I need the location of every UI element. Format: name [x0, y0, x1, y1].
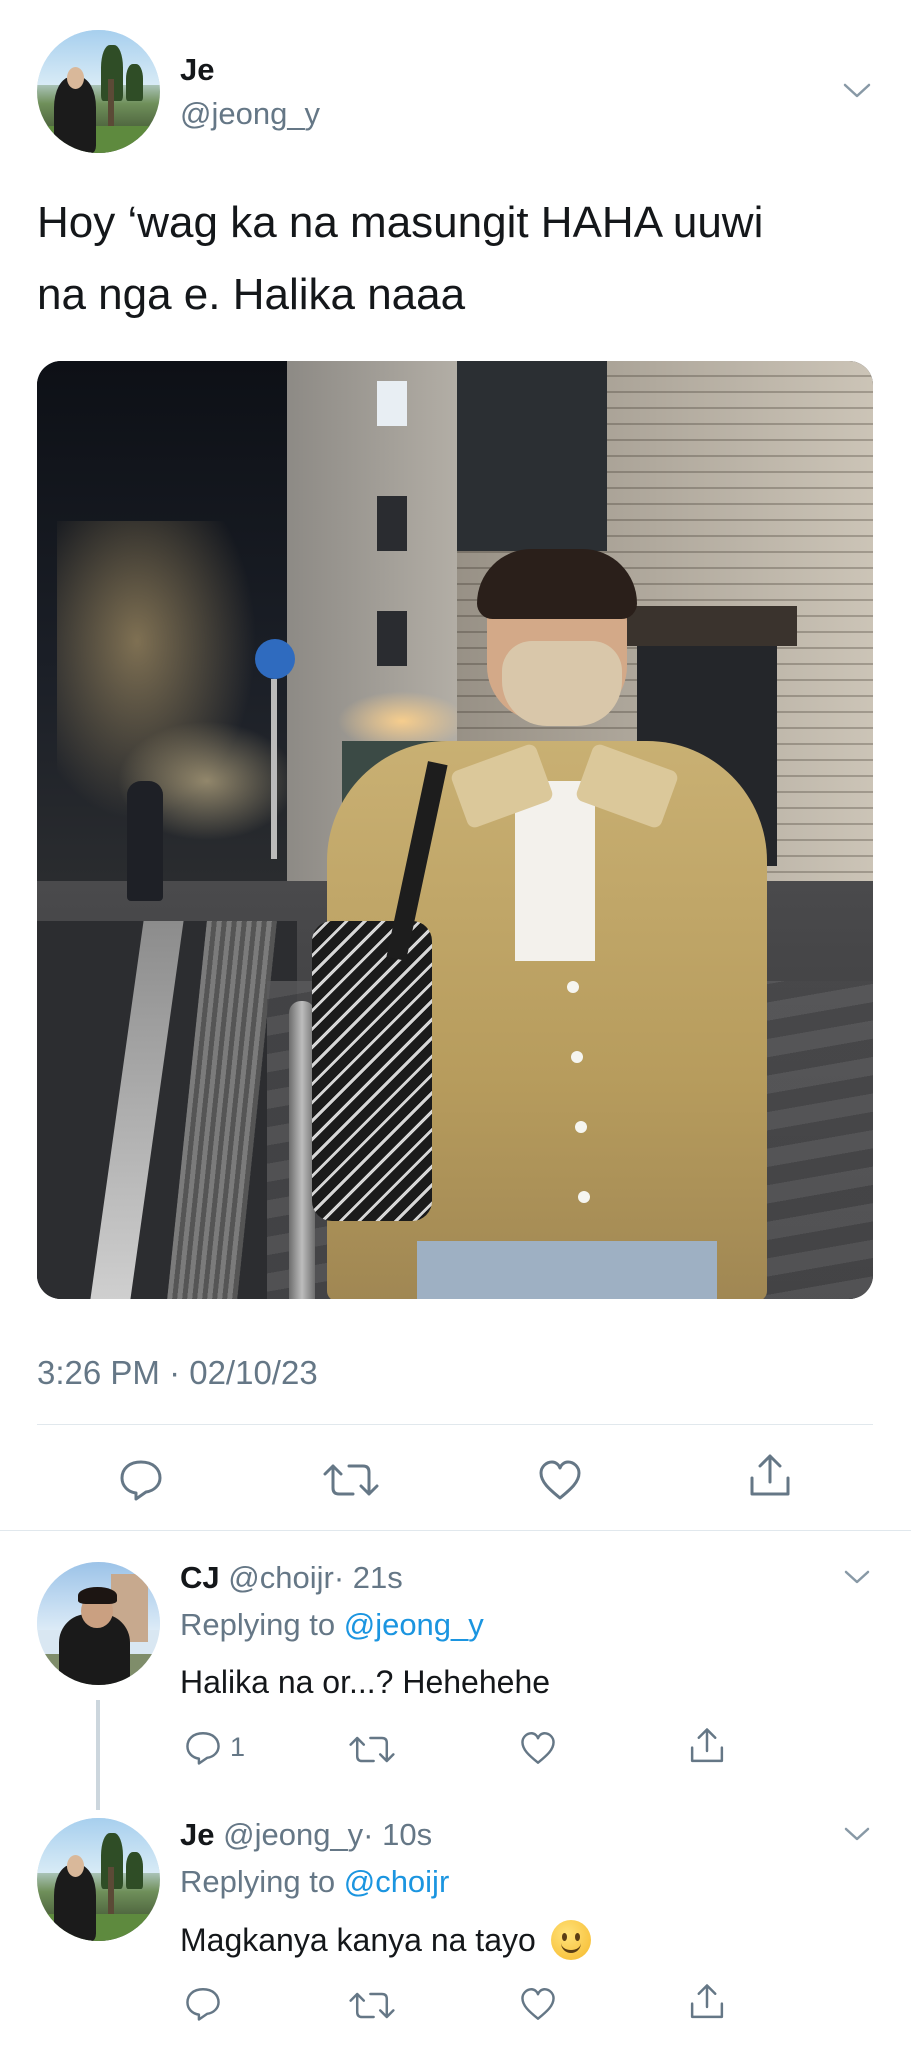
reply-header: CJ @choijr· 21s: [180, 1560, 403, 1596]
replying-to: Replying to @jeong_y: [180, 1607, 484, 1643]
replying-to-handle[interactable]: @jeong_y: [344, 1607, 484, 1642]
retweet-icon[interactable]: [349, 1733, 395, 1766]
chevron-down-icon[interactable]: [844, 1827, 870, 1843]
replying-to-handle[interactable]: @choijr: [344, 1864, 450, 1899]
reply-header: Je @jeong_y· 10s: [180, 1817, 432, 1853]
tweet-photo[interactable]: [37, 361, 873, 1299]
reply-icon[interactable]: [184, 1730, 222, 1766]
tweet-text-line-2: na nga e. Halika naaa: [37, 270, 466, 319]
like-icon[interactable]: [519, 1730, 557, 1766]
author-handle[interactable]: @jeong_y: [180, 96, 320, 132]
reply-author-name[interactable]: Je: [180, 1817, 214, 1852]
reply-icon[interactable]: [184, 1986, 222, 2022]
reply-author-name[interactable]: CJ: [180, 1560, 220, 1595]
retweet-icon[interactable]: [323, 1460, 379, 1500]
tweet-timestamp[interactable]: 3:26 PM · 02/10/23: [37, 1354, 318, 1392]
chevron-down-icon[interactable]: [842, 82, 872, 100]
section-divider: [0, 1530, 911, 1531]
share-icon[interactable]: [688, 1726, 726, 1766]
share-icon[interactable]: [688, 1982, 726, 2022]
reply-icon[interactable]: [118, 1458, 164, 1502]
like-icon[interactable]: [537, 1458, 583, 1502]
smiling-face-icon: [550, 1920, 591, 1960]
share-icon[interactable]: [747, 1452, 793, 1500]
reply-avatar[interactable]: [37, 1818, 160, 1941]
tweet-text-line-1: Hoy ‘wag ka na masungit HAHA uuwi: [37, 198, 764, 247]
reply-count: 1: [230, 1732, 246, 1762]
reply-text-row: Magkanya kanya na tayo: [180, 1920, 591, 1960]
thread-line: [96, 1700, 100, 1810]
reply-author-handle[interactable]: @choijr: [228, 1560, 334, 1595]
author-avatar[interactable]: [37, 30, 160, 153]
reply-time[interactable]: · 21s: [334, 1560, 403, 1595]
reply-author-handle[interactable]: @jeong_y: [223, 1817, 363, 1852]
reply-time[interactable]: · 10s: [363, 1817, 432, 1852]
chevron-down-icon[interactable]: [844, 1570, 870, 1586]
reply-text: Halika na or...? Hehehehe: [180, 1664, 551, 1700]
retweet-icon[interactable]: [349, 1989, 395, 2022]
divider: [37, 1424, 873, 1425]
like-icon[interactable]: [519, 1986, 557, 2022]
replying-to-prefix: Replying to: [180, 1864, 336, 1899]
replying-to-prefix: Replying to: [180, 1607, 336, 1642]
replying-to: Replying to @choijr: [180, 1864, 449, 1900]
reply-avatar[interactable]: [37, 1562, 160, 1685]
reply-text: Magkanya kanya na tayo: [180, 1922, 536, 1958]
author-name[interactable]: Je: [180, 52, 214, 88]
